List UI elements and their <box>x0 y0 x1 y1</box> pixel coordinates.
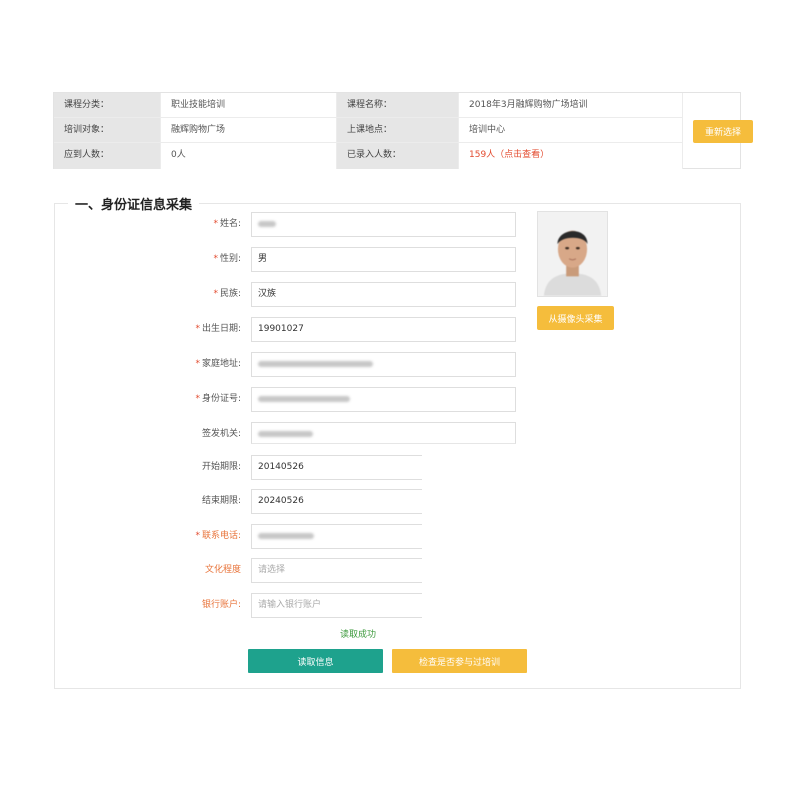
phone-label: * 联系电话: <box>195 531 241 541</box>
birth-date-field[interactable]: 19901027 <box>251 317 516 342</box>
education-select[interactable]: 请选择 <box>251 558 422 583</box>
reselect-button[interactable]: 重新选择 <box>693 120 753 143</box>
address-label: * 家庭地址: <box>195 359 241 369</box>
education-label: 文化程度 <box>204 565 241 575</box>
course-info-table: 课程分类： 职业技能培训 课程名称： 2018年3月融辉购物广场培训 培训对象：… <box>53 92 753 169</box>
blurred-address <box>258 360 373 367</box>
blurred-name <box>258 220 276 227</box>
ethnicity-field[interactable]: 汉族 <box>251 282 516 307</box>
class-location-label: 上课地点： <box>337 118 459 143</box>
enrolled-count-label: 已录入人数： <box>337 143 459 169</box>
required-star: * <box>195 324 200 334</box>
id-number-field[interactable] <box>251 387 516 412</box>
gender-field[interactable]: 男 <box>251 247 516 272</box>
capture-from-camera-button[interactable]: 从摄像头采集 <box>537 306 614 330</box>
bank-account-input[interactable]: 请输入银行账户 <box>251 593 422 618</box>
address-field[interactable] <box>251 352 516 377</box>
birth-date-label: * 出生日期: <box>195 324 241 334</box>
enrolled-count-link[interactable]: 159人（点击查看） <box>459 143 683 169</box>
bank-account-label: 银行账户: <box>201 600 241 610</box>
expected-count-label: 应到人数： <box>54 143 161 169</box>
valid-to-label: 结束期限: <box>201 496 241 506</box>
enrolled-count-value[interactable]: 159人（点击查看） <box>469 150 549 160</box>
valid-to-field[interactable]: 20240526 <box>251 489 422 514</box>
phone-field[interactable] <box>251 524 422 549</box>
issuing-authority-field[interactable] <box>251 422 516 444</box>
required-star: * <box>213 219 218 229</box>
required-star: * <box>195 359 200 369</box>
course-name-label: 课程名称： <box>337 93 459 118</box>
required-star: * <box>195 531 200 541</box>
id-number-label: * 身份证号: <box>195 394 241 404</box>
ethnicity-label: * 民族: <box>213 289 241 299</box>
training-target-value: 融辉购物广场 <box>161 118 337 143</box>
course-category-label: 课程分类： <box>54 93 161 118</box>
name-field[interactable] <box>251 212 516 237</box>
gender-label: * 性别: <box>213 254 241 264</box>
check-training-history-button[interactable]: 检查是否参与过培训 <box>392 649 527 673</box>
expected-count-value: 0人 <box>161 143 337 169</box>
issuing-authority-label: 签发机关: <box>201 429 241 439</box>
training-target-label: 培训对象： <box>54 118 161 143</box>
course-name-value: 2018年3月融辉购物广场培训 <box>459 93 683 118</box>
blurred-authority <box>258 430 313 437</box>
read-info-button[interactable]: 读取信息 <box>248 649 383 673</box>
name-label: * 姓名: <box>213 219 241 229</box>
valid-from-field[interactable]: 20140526 <box>251 455 422 480</box>
required-star: * <box>213 289 218 299</box>
read-status-message: 读取成功 <box>340 630 377 640</box>
required-star: * <box>195 394 200 404</box>
blurred-phone <box>258 532 314 539</box>
blurred-id-number <box>258 395 350 402</box>
person-photo-icon <box>538 212 607 296</box>
valid-from-label: 开始期限: <box>201 462 241 472</box>
class-location-value: 培训中心 <box>459 118 683 143</box>
course-category-value: 职业技能培训 <box>161 93 337 118</box>
id-photo <box>537 211 608 297</box>
section-title: 一、身份证信息采集 <box>68 194 200 213</box>
required-star: * <box>213 254 218 264</box>
